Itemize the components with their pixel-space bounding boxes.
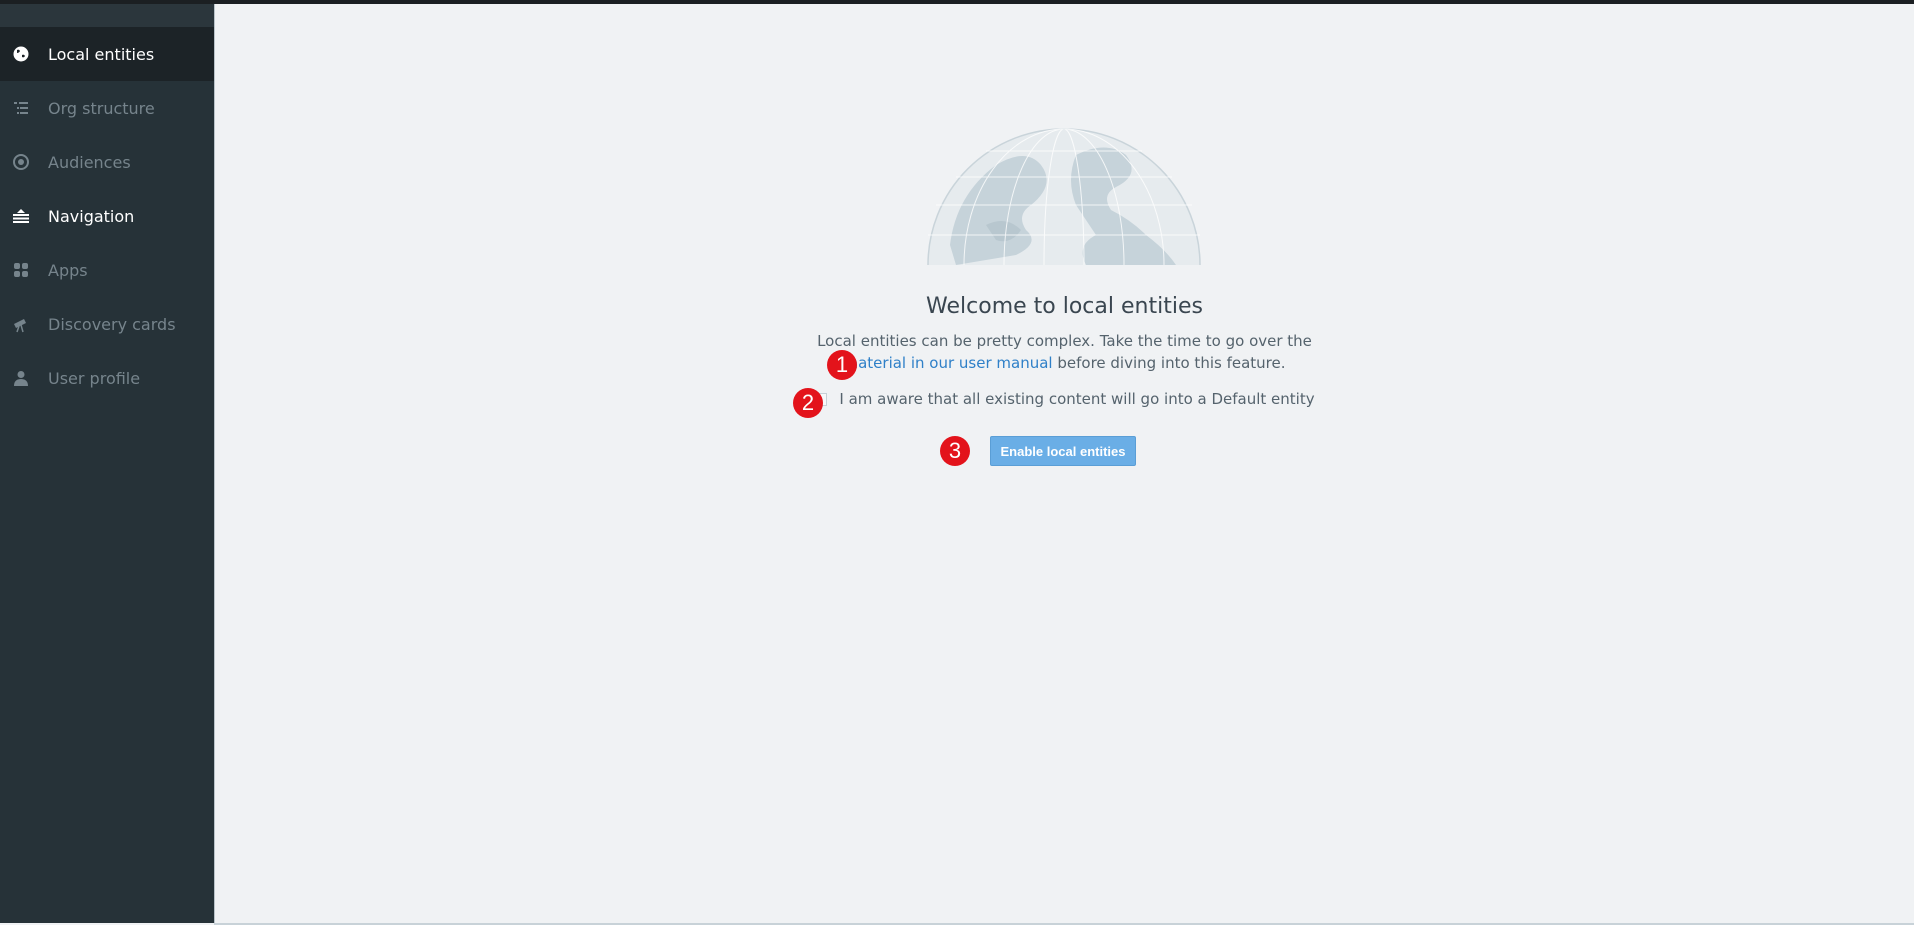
sidebar-item-label: Navigation [48,206,135,226]
sidebar-item-navigation[interactable]: Navigation [0,189,214,243]
main-content: Welcome to local entities Local entities… [215,4,1914,923]
target-icon [12,153,30,171]
sidebar-item-label: User profile [48,368,141,388]
awareness-checkbox-label[interactable]: I am aware that all existing content wil… [839,390,1314,408]
apps-grid-icon [12,261,30,279]
sidebar-item-label: Discovery cards [48,314,176,334]
org-tree-icon [12,99,30,117]
sidebar-item-user-profile[interactable]: User profile [0,351,214,405]
navigation-icon [12,207,30,225]
user-manual-link[interactable]: material in our user manual [843,354,1052,372]
user-icon [12,369,30,387]
sidebar-item-local-entities[interactable]: Local entities [0,27,214,81]
enable-local-entities-button[interactable]: Enable local entities [990,436,1136,466]
sidebar-item-discovery-cards[interactable]: Discovery cards [0,297,214,351]
telescope-icon [12,315,30,333]
description-line-1: Local entities can be pretty complex. Ta… [817,332,1312,350]
description-line-2: material in our user manual before divin… [215,352,1914,374]
annotation-marker-2: 2 [793,388,823,418]
sidebar-item-apps[interactable]: Apps [0,243,214,297]
sidebar-item-label: Apps [48,260,88,280]
globe-illustration [927,128,1201,265]
awareness-checkbox-row: I am aware that all existing content wil… [215,390,1914,408]
sidebar-item-label: Local entities [48,44,155,64]
page-title: Welcome to local entities [926,294,1203,319]
description-line-2-suffix: before diving into this feature. [1052,354,1286,372]
sidebar-item-label: Org structure [48,98,155,118]
sidebar-item-label: Audiences [48,152,131,172]
sidebar-item-audiences[interactable]: Audiences [0,135,214,189]
sidebar: Local entities Org structure Audiences N… [0,4,215,923]
sidebar-item-org-structure[interactable]: Org structure [0,81,214,135]
annotation-marker-3: 3 [940,436,970,466]
annotation-marker-1: 1 [827,350,857,380]
globe-icon [12,45,30,63]
description: Local entities can be pretty complex. Ta… [215,330,1914,374]
sidebar-header [0,4,214,27]
